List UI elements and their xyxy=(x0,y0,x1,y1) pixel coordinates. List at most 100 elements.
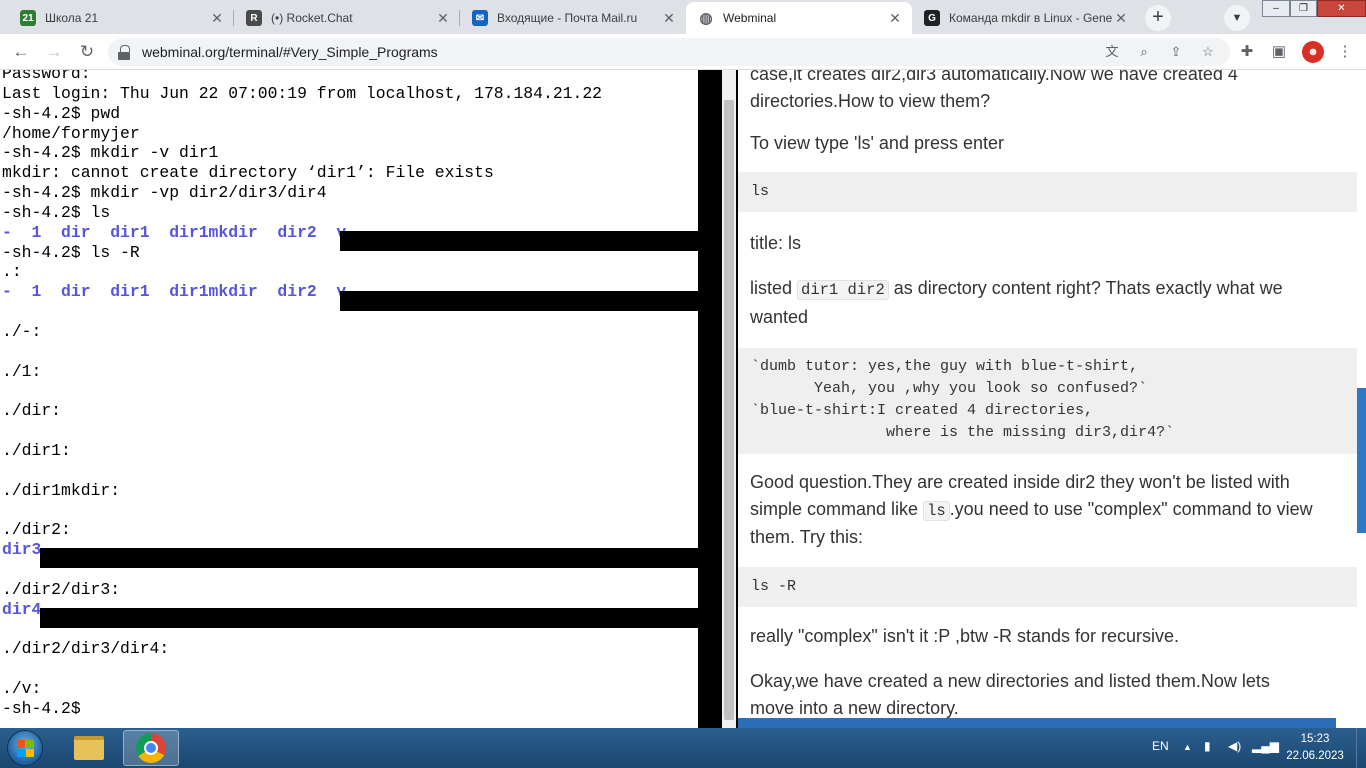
code-block: ls -R xyxy=(738,567,1357,607)
terminal-text: /home/formyjer xyxy=(2,123,140,143)
forward-arrow-icon[interactable]: → xyxy=(43,41,65,63)
tutorial-paragraph: title: ls xyxy=(750,233,802,253)
tab-strip: 21 Школа 21 ✕ R (•) Rocket.Chat ✕ ✉ Вход… xyxy=(0,0,1366,34)
terminal-line: mkdir: cannot create directory ‘dir1’: F… xyxy=(2,163,602,183)
terminal-text: ./dir1: xyxy=(2,441,71,461)
translate-icon[interactable]: 文 xyxy=(1102,42,1122,62)
clock-date: 22.06.2023 xyxy=(1286,750,1344,762)
tab-title: Школа 21 xyxy=(45,11,99,25)
back-arrow-icon[interactable]: ← xyxy=(10,41,32,63)
volume-icon[interactable]: ◀) xyxy=(1228,739,1241,753)
network-signal-icon[interactable]: ▂▄▆ xyxy=(1252,739,1279,753)
tutorial-paragraph: listed dir1 dir2 as directory content ri… xyxy=(750,275,1348,330)
terminal-line: -sh-4.2$ xyxy=(2,699,602,719)
battery-icon[interactable]: ▮ xyxy=(1204,739,1211,753)
text-line: move into a new directory. xyxy=(750,697,959,718)
close-tab-icon[interactable]: ✕ xyxy=(208,10,226,27)
redaction-bar xyxy=(40,608,698,628)
tab-webminal[interactable]: ◍ Webminal ✕ xyxy=(686,2,912,34)
tutorial-paragraph: case,it creates dir2,dir3 automatically.… xyxy=(750,70,1348,114)
inline-code: ls xyxy=(923,500,950,521)
close-tab-icon[interactable]: ✕ xyxy=(434,10,452,27)
folder-icon xyxy=(74,736,104,760)
url-text[interactable]: webminal.org/terminal/#Very_Simple_Progr… xyxy=(142,44,438,60)
bookmark-star-icon[interactable]: ☆ xyxy=(1198,42,1218,62)
tutorial-pane[interactable]: case,it creates dir2,dir3 automatically.… xyxy=(738,70,1366,728)
terminal-text: -sh-4.2$ ls -R xyxy=(2,242,140,262)
terminal-text: Last login: Thu Jun 22 07:00:19 from loc… xyxy=(2,83,602,103)
terminal-line: -sh-4.2$ mkdir -vp dir2/dir3/dir4 xyxy=(2,183,602,203)
text-line: Good question.They are created inside di… xyxy=(750,472,1290,492)
tab-mkdir[interactable]: G Команда mkdir в Linux - Gene ✕ xyxy=(912,2,1138,34)
redaction-bar xyxy=(40,548,698,568)
tab-search-chevron-icon[interactable]: ▼ xyxy=(1224,5,1250,31)
terminal-line: ./dir2: xyxy=(2,520,602,540)
terminal-line: ./-: xyxy=(2,322,602,342)
text-span: listed xyxy=(750,278,798,298)
terminal-text: ./-: xyxy=(2,321,42,341)
rocketchat-icon: R xyxy=(246,10,262,26)
terminal-pane[interactable]: Password: Last login: Thu Jun 22 07:00:19… xyxy=(0,70,722,728)
text-span: simple command like xyxy=(750,498,924,519)
terminal-text: mkdir: cannot create directory ‘dir1’: F… xyxy=(2,163,494,183)
minimize-button[interactable]: – xyxy=(1262,0,1290,17)
lock-icon[interactable] xyxy=(118,45,130,60)
side-panel-icon[interactable]: ▣ xyxy=(1268,41,1290,63)
new-tab-button[interactable]: + xyxy=(1145,5,1171,31)
terminal-line: -sh-4.2$ pwd xyxy=(2,104,602,124)
close-tab-icon[interactable]: ✕ xyxy=(1112,10,1130,27)
close-tab-icon[interactable]: ✕ xyxy=(886,10,904,27)
close-tab-icon[interactable]: ✕ xyxy=(660,10,678,27)
maximize-button[interactable]: ❐ xyxy=(1290,0,1317,17)
text-line: wanted xyxy=(750,306,809,327)
tutorial-paragraph: really "complex" isn't it :P ,btw -R sta… xyxy=(750,626,1180,646)
clock[interactable]: 15:23 22.06.2023 xyxy=(1282,731,1348,765)
terminal-text: -sh-4.2$ mkdir -vp dir2/dir3/dir4 xyxy=(2,183,327,203)
tutorial-scroll-indicator[interactable] xyxy=(1357,388,1366,533)
tray-expand-icon[interactable]: ▲ xyxy=(1183,742,1192,752)
tab-mailru[interactable]: ✉ Входящие - Почта Mail.ru ✕ xyxy=(460,2,686,34)
terminal-text: -sh-4.2$ mkdir -v dir1 xyxy=(2,143,219,163)
text-line: directories.How to view them? xyxy=(750,90,991,111)
code-block: ls xyxy=(738,172,1357,212)
close-window-button[interactable]: ✕ xyxy=(1317,0,1366,17)
terminal-text: -sh-4.2$ xyxy=(2,699,91,718)
menu-kebab-icon[interactable]: ⋮ xyxy=(1334,41,1356,63)
terminal-scrollbar-thumb[interactable] xyxy=(724,100,734,720)
start-button[interactable] xyxy=(7,730,43,766)
tab-school21[interactable]: 21 Школа 21 ✕ xyxy=(8,2,234,34)
window-controls: – ❐ ✕ xyxy=(1262,0,1366,18)
directory-listing: dir3 xyxy=(2,540,42,560)
terminal-text: ./dir2: xyxy=(2,520,71,540)
directory-listing: dir4 xyxy=(2,599,42,619)
reload-icon[interactable]: ↻ xyxy=(76,41,98,63)
zoom-icon[interactable]: ⌕ xyxy=(1134,42,1154,62)
language-indicator[interactable]: EN xyxy=(1152,739,1169,753)
show-desktop-button[interactable] xyxy=(1356,728,1366,768)
tab-title: Команда mkdir в Linux - Gene xyxy=(949,11,1112,25)
tab-title: (•) Rocket.Chat xyxy=(271,11,353,25)
tutorial-paragraph: To view type 'ls' and press enter xyxy=(750,133,1004,153)
terminal-line: .: xyxy=(2,262,602,282)
clock-time: 15:23 xyxy=(1300,733,1330,745)
terminal-line: /home/formyjer xyxy=(2,124,602,144)
extensions-puzzle-icon[interactable]: ✚ xyxy=(1236,41,1258,63)
browser-toolbar: ← → ↻ webminal.org/terminal/#Very_Simple… xyxy=(0,34,1366,70)
tab-rocketchat[interactable]: R (•) Rocket.Chat ✕ xyxy=(234,2,460,34)
inline-code: dir1 dir2 xyxy=(797,280,889,300)
windows-taskbar: EN ▲ ▮ ◀) ▂▄▆ 15:23 22.06.2023 xyxy=(0,728,1366,768)
mail-icon: ✉ xyxy=(472,10,488,26)
terminal-text: ./dir2/dir3: xyxy=(2,579,121,599)
text-span: as directory content right? Thats exactl… xyxy=(888,278,1283,298)
text-line: Okay,we have created a new directories a… xyxy=(750,671,1270,691)
g-icon: G xyxy=(924,10,940,26)
share-icon[interactable]: ⇪ xyxy=(1166,42,1186,62)
text-line: them. Try this: xyxy=(750,527,864,547)
address-bar[interactable]: webminal.org/terminal/#Very_Simple_Progr… xyxy=(108,38,1230,66)
profile-avatar[interactable]: ☻ xyxy=(1302,41,1324,63)
school21-icon: 21 xyxy=(20,10,36,26)
terminal-text: ./v: xyxy=(2,679,42,699)
terminal-line: Password: xyxy=(2,70,602,84)
terminal-line: Last login: Thu Jun 22 07:00:19 from loc… xyxy=(2,84,602,104)
